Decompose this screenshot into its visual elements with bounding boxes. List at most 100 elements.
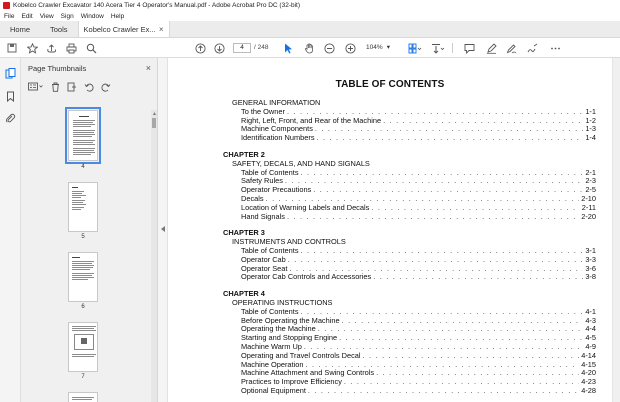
toc-entry-title: Operator Seat (241, 263, 288, 273)
toc-entry-page: 2-10 (581, 194, 596, 203)
menu-edit[interactable]: Edit (21, 13, 32, 20)
rotate-clockwise-icon[interactable] (101, 82, 111, 92)
upload-icon[interactable] (46, 42, 57, 54)
delete-page-icon[interactable] (51, 82, 60, 92)
toc-entry-page: 4-23 (581, 377, 596, 387)
toc-entry-title: To the Owner (241, 106, 285, 116)
window-title: Kobelco Crawler Excavator 140 Acera Tier… (13, 2, 301, 9)
toc-leader-dots (301, 246, 584, 255)
toc-entry[interactable]: Machine Warm Up 4-9 (241, 342, 596, 351)
toc-entry[interactable]: Operator Precautions 2-5 (241, 185, 596, 194)
thumbnail-label: 4 (81, 164, 85, 170)
toc-entry-page: 3-6 (585, 263, 596, 273)
toc-entry-page: 4-1 (585, 306, 596, 316)
toc-entry[interactable]: Hand Signals 2-20 (241, 212, 596, 221)
toc-entry[interactable]: Operating and Travel Controls Decal 4-14 (241, 351, 596, 360)
more-tools-icon[interactable] (550, 42, 561, 54)
zoom-level-dropdown[interactable]: 104% ▾ (364, 43, 392, 53)
toc-leader-dots (373, 272, 583, 281)
menu-view[interactable]: View (40, 13, 54, 20)
tab-close-icon[interactable]: × (159, 25, 164, 34)
toc-entry[interactable]: Table of Contents 4-1 (241, 307, 596, 316)
toc-entry-title: Operating the Machine (241, 324, 316, 334)
panel-splitter[interactable] (158, 58, 168, 402)
toc-entry[interactable]: Identification Numbers 1-4 (241, 133, 596, 142)
search-icon[interactable] (86, 42, 97, 54)
document-view: TABLE OF CONTENTS GENERAL INFORMATION To … (168, 58, 612, 402)
save-icon[interactable] (7, 42, 17, 54)
tab-tools[interactable]: Tools (40, 21, 78, 37)
rotate-counterclockwise-icon[interactable] (84, 82, 94, 92)
toc-entry-title: Table of Contents (241, 246, 299, 255)
thumbnail-page-partial[interactable] (68, 392, 98, 402)
toc-entry[interactable]: Operator Cab 3-3 (241, 255, 596, 264)
toc-entry[interactable]: Machine Attachment and Swing Controls 4-2… (241, 368, 596, 377)
thumbnail-page-5[interactable] (68, 182, 98, 232)
zoom-in-icon[interactable] (345, 42, 356, 54)
toc-entry[interactable]: Machine Operation 4-15 (241, 360, 596, 369)
toc-entry[interactable]: Practices to Improve Efficiency 4-23 (241, 377, 596, 386)
insert-page-icon[interactable] (67, 82, 77, 92)
toc-entry-title: Machine Operation (241, 359, 304, 369)
close-panel-icon[interactable]: × (146, 63, 151, 73)
tab-home[interactable]: Home (0, 21, 40, 37)
scroll-mode-icon[interactable] (431, 42, 445, 54)
zoom-out-icon[interactable] (324, 42, 335, 54)
menu-file[interactable]: File (4, 13, 14, 20)
toc-entry[interactable]: Machine Components 1-3 (241, 124, 596, 133)
toc-entry[interactable]: Before Operating the Machine 4-3 (241, 316, 596, 325)
page-display-icon[interactable] (408, 42, 422, 54)
toc-entry[interactable]: Optional Equipment 4-28 (241, 386, 596, 395)
comment-icon[interactable] (464, 42, 475, 54)
highlight-pen-icon[interactable] (486, 42, 497, 54)
thumbnails-scrollbar-thumb[interactable] (152, 118, 156, 128)
toc-leader-dots (288, 255, 584, 264)
thumbnail-options-dropdown[interactable] (28, 82, 44, 91)
toc-entry[interactable]: Safety Rules 2-3 (241, 176, 596, 185)
attachments-icon[interactable] (5, 113, 16, 124)
toc-leader-dots (266, 194, 580, 203)
scroll-up-icon[interactable]: ▲ (152, 111, 157, 117)
thumbnails-toolbar (21, 78, 157, 95)
toc-leader-dots (315, 124, 583, 133)
menu-bar: File Edit View Sign Window Help (0, 11, 620, 21)
toc-entry[interactable]: Decals 2-10 (241, 194, 596, 203)
thumbnail-page-7[interactable] (68, 322, 98, 372)
toc-entry-page: 2-3 (585, 176, 596, 186)
previous-page-icon[interactable] (195, 42, 206, 54)
menu-sign[interactable]: Sign (61, 13, 74, 20)
tab-document[interactable]: Kobelco Crawler Ex... × (77, 21, 170, 37)
menu-window[interactable]: Window (81, 13, 104, 20)
bookmarks-icon[interactable] (5, 91, 16, 103)
navigation-rail (0, 58, 21, 402)
thumbnails-scrollbar[interactable]: ▲ (151, 110, 157, 402)
page-number-input[interactable]: 4 (233, 43, 251, 53)
fill-sign-icon[interactable] (527, 42, 538, 54)
toc-entry[interactable]: Table of Contents 3-1 (241, 246, 596, 255)
toc-entry[interactable]: Operator Seat 3-6 (241, 264, 596, 273)
toc-entry[interactable]: Operator Cab Controls and Accessories 3-8 (241, 272, 596, 281)
page-thumbnails-icon[interactable] (5, 68, 16, 79)
next-page-icon[interactable] (214, 42, 225, 54)
select-cursor-icon[interactable] (284, 42, 293, 54)
toc-entry[interactable]: Location of Warning Labels and Decals 2-1… (241, 203, 596, 212)
menu-help[interactable]: Help (111, 13, 124, 20)
star-icon[interactable] (27, 42, 38, 54)
toc-entry[interactable]: Starting and Stopping Engine 4-5 (241, 333, 596, 342)
toc-entry[interactable]: Operating the Machine 4-4 (241, 324, 596, 333)
toc-entry[interactable]: Right, Left, Front, and Rear of the Mach… (241, 116, 596, 125)
collapse-panel-icon[interactable] (161, 226, 165, 232)
toc-entry-title: Machine Attachment and Swing Controls (241, 368, 375, 378)
document-scrollbar[interactable] (612, 58, 620, 402)
toc-entry[interactable]: To the Owner 1-1 (241, 107, 596, 116)
thumbnail-page-4[interactable] (65, 107, 101, 164)
print-icon[interactable] (66, 42, 77, 54)
toc-leader-dots (301, 307, 584, 316)
hand-tool-icon[interactable] (304, 42, 315, 54)
toc-entry-title: Operator Precautions (241, 185, 312, 195)
toc-entry[interactable]: Table of Contents 2-1 (241, 168, 596, 177)
toc-leader-dots (287, 107, 583, 116)
draw-sign-icon[interactable] (506, 42, 517, 54)
toc-entry-page: 4-5 (585, 333, 596, 343)
thumbnail-page-6[interactable] (68, 252, 98, 302)
